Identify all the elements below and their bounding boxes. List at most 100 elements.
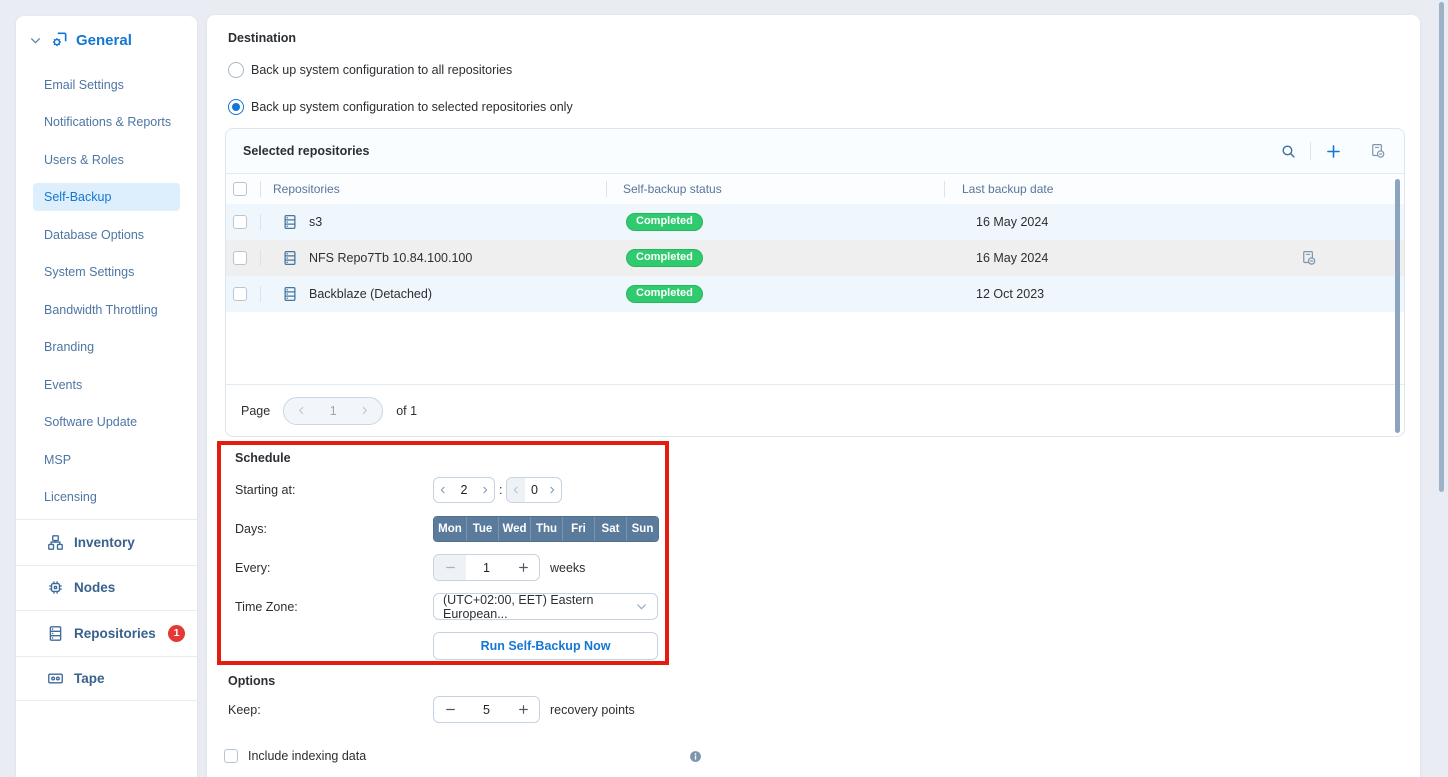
sidebar-item-msp[interactable]: MSP	[16, 441, 197, 479]
sidebar-item-system-settings[interactable]: System Settings	[16, 254, 197, 292]
day-button-mon[interactable]: Mon	[434, 517, 466, 541]
include-indexing-row: Include indexing data	[224, 749, 366, 763]
pagination-next-icon[interactable]	[359, 405, 370, 416]
keep-value[interactable]: 5	[466, 697, 507, 722]
minutes-stepper[interactable]: 0	[506, 477, 562, 503]
day-button-sun[interactable]: Sun	[626, 517, 658, 541]
sidebar-item-general[interactable]: General	[16, 16, 197, 56]
hours-decrease-icon[interactable]	[434, 478, 452, 502]
hours-value[interactable]: 2	[452, 483, 476, 497]
timezone-value: (UTC+02:00, EET) Eastern European...	[443, 593, 635, 621]
sidebar-section-label: Tape	[74, 671, 105, 686]
sidebar-item-tape[interactable]: Tape	[16, 656, 197, 702]
status-badge: Completed	[626, 249, 703, 267]
sidebar-item-branding[interactable]: Branding	[16, 329, 197, 367]
status-badge: Completed	[626, 285, 703, 303]
hours-increase-icon[interactable]	[476, 478, 494, 502]
row-checkbox[interactable]	[233, 287, 247, 301]
sidebar-general-label: General	[76, 32, 132, 49]
sidebar-item-notifications-reports[interactable]: Notifications & Reports	[16, 104, 197, 142]
pagination-label: Page	[241, 404, 270, 418]
timezone-label: Time Zone:	[235, 600, 433, 614]
sidebar: General Email Settings Notifications & R…	[16, 16, 197, 777]
sidebar-item-database-options[interactable]: Database Options	[16, 216, 197, 254]
day-button-wed[interactable]: Wed	[498, 517, 530, 541]
destination-section-title: Destination	[228, 31, 296, 45]
column-header-last-backup[interactable]: Last backup date	[962, 182, 1053, 196]
sidebar-item-events[interactable]: Events	[16, 366, 197, 404]
minutes-value[interactable]: 0	[525, 483, 543, 497]
add-repository-icon[interactable]	[1324, 142, 1343, 161]
repositories-notification-badge: 1	[168, 625, 185, 642]
keep-decrease-icon[interactable]	[434, 697, 466, 722]
sidebar-item-users-roles[interactable]: Users & Roles	[16, 141, 197, 179]
radio-button-selected-icon[interactable]	[228, 99, 244, 115]
pagination-current-page[interactable]: 1	[330, 404, 337, 418]
main-panel: Destination Back up system configuration…	[207, 15, 1420, 777]
sidebar-item-licensing[interactable]: Licensing	[16, 479, 197, 517]
column-header-repositories[interactable]: Repositories	[273, 182, 340, 196]
every-increase-icon[interactable]	[507, 555, 539, 580]
sidebar-item-inventory[interactable]: Inventory	[16, 519, 197, 565]
row-checkbox[interactable]	[233, 215, 247, 229]
table-row[interactable]: s3 Completed 16 May 2024	[226, 204, 1404, 240]
minutes-increase-icon[interactable]	[543, 478, 561, 502]
every-unit-label: weeks	[550, 561, 585, 575]
detach-repository-icon[interactable]	[1369, 142, 1387, 160]
status-badge: Completed	[626, 213, 703, 231]
radio-all-repositories-label: Back up system configuration to all repo…	[251, 63, 512, 77]
sidebar-item-self-backup[interactable]: Self-Backup	[33, 183, 180, 211]
schedule-section-title: Schedule	[235, 451, 291, 465]
sidebar-item-repositories[interactable]: Repositories 1	[16, 610, 197, 656]
repository-name: s3	[309, 215, 322, 229]
info-icon[interactable]	[689, 750, 702, 763]
run-self-backup-button[interactable]: Run Self-Backup Now	[433, 632, 658, 660]
keep-increase-icon[interactable]	[507, 697, 539, 722]
sidebar-item-nodes[interactable]: Nodes	[16, 565, 197, 611]
last-backup-date: 16 May 2024	[976, 251, 1048, 265]
time-separator: :	[499, 483, 502, 497]
search-icon[interactable]	[1280, 143, 1297, 160]
toolbar-divider	[1310, 142, 1311, 160]
include-indexing-label: Include indexing data	[248, 749, 366, 763]
include-indexing-checkbox[interactable]	[224, 749, 238, 763]
radio-selected-repositories[interactable]: Back up system configuration to selected…	[228, 99, 573, 115]
hours-stepper[interactable]: 2	[433, 477, 495, 503]
day-button-thu[interactable]: Thu	[530, 517, 562, 541]
last-backup-date: 12 Oct 2023	[976, 287, 1044, 301]
minutes-decrease-icon[interactable]	[507, 478, 525, 502]
every-weeks-stepper[interactable]: 1	[433, 554, 540, 581]
table-row[interactable]: NFS Repo7Tb 10.84.100.100 Completed 16 M…	[226, 240, 1404, 276]
row-checkbox[interactable]	[233, 251, 247, 265]
selected-repositories-header: Selected repositories	[226, 129, 1404, 174]
select-all-checkbox[interactable]	[233, 182, 247, 196]
table-header-row: Repositories Self-backup status Last bac…	[226, 174, 1404, 204]
table-row[interactable]: Backblaze (Detached) Completed 12 Oct 20…	[226, 276, 1404, 312]
app: General Email Settings Notifications & R…	[0, 0, 1448, 777]
every-decrease-icon[interactable]	[434, 555, 466, 580]
keep-stepper[interactable]: 5	[433, 696, 540, 723]
radio-all-repositories[interactable]: Back up system configuration to all repo…	[228, 62, 512, 78]
pagination-prev-icon[interactable]	[296, 405, 307, 416]
general-gear-icon	[49, 30, 69, 50]
selected-repositories-title: Selected repositories	[243, 144, 369, 158]
keep-label: Keep:	[228, 703, 433, 717]
every-label: Every:	[235, 561, 433, 575]
repository-icon	[281, 285, 299, 303]
days-selector: Mon Tue Wed Thu Fri Sat Sun	[433, 516, 659, 542]
sidebar-item-software-update[interactable]: Software Update	[16, 404, 197, 442]
day-button-fri[interactable]: Fri	[562, 517, 594, 541]
day-button-tue[interactable]: Tue	[466, 517, 498, 541]
sidebar-item-email-settings[interactable]: Email Settings	[16, 66, 197, 104]
timezone-dropdown[interactable]: (UTC+02:00, EET) Eastern European...	[433, 593, 658, 620]
repository-icon	[281, 213, 299, 231]
day-button-sat[interactable]: Sat	[594, 517, 626, 541]
pagination-control[interactable]: 1	[283, 397, 383, 425]
every-value[interactable]: 1	[466, 555, 507, 580]
row-detach-icon[interactable]	[1300, 249, 1318, 270]
table-scrollbar[interactable]	[1395, 179, 1400, 433]
radio-button-icon[interactable]	[228, 62, 244, 78]
column-header-status[interactable]: Self-backup status	[623, 182, 722, 196]
sidebar-item-bandwidth-throttling[interactable]: Bandwidth Throttling	[16, 291, 197, 329]
page-scrollbar[interactable]	[1439, 2, 1444, 492]
